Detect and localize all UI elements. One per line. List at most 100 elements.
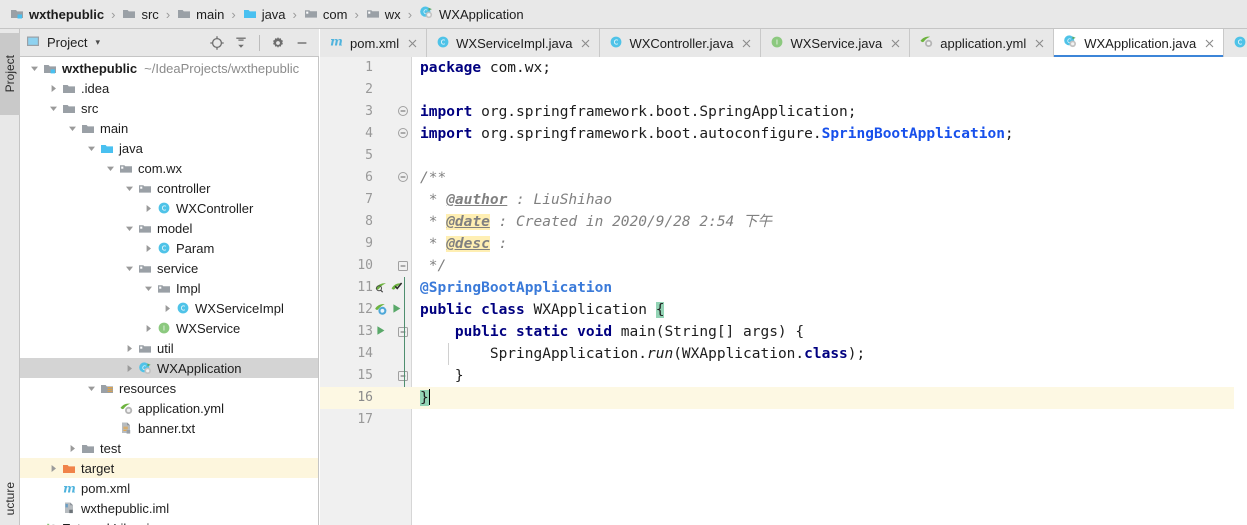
close-icon[interactable] — [1033, 37, 1045, 49]
code-line[interactable]: 12 public class WXApplication { — [320, 299, 1247, 321]
project-tree[interactable]: wxthepublic ~/IdeaProjects/wxthepublic .id… — [20, 58, 318, 525]
editor-tab-wxapplication-java[interactable]: C WXApplication.java — [1054, 29, 1225, 57]
code-line[interactable]: 17 — [320, 409, 1247, 431]
chevron-down-icon[interactable] — [123, 264, 136, 273]
spring-bean-icon[interactable] — [374, 280, 388, 297]
close-icon[interactable] — [889, 37, 901, 49]
close-icon[interactable] — [740, 37, 752, 49]
editor-tab-pom-xml[interactable]: m pom.xml — [320, 29, 428, 57]
gear-icon[interactable] — [267, 32, 289, 54]
breadcrumb-item-src[interactable]: src — [120, 0, 160, 28]
editor-tab-bar[interactable]: m pom.xml C WXServiceImpl.java C WXController… — [320, 29, 1247, 57]
close-icon[interactable] — [1203, 37, 1215, 49]
chevron-down-icon[interactable] — [66, 124, 79, 133]
close-icon[interactable] — [579, 37, 591, 49]
spring-bean-check-icon[interactable] — [390, 280, 404, 297]
code-line[interactable]: 4 import org.springframework.boot.autocon… — [320, 123, 1247, 145]
collapse-all-icon[interactable] — [230, 32, 252, 54]
close-icon[interactable] — [406, 37, 418, 49]
spring-boot-icon[interactable] — [374, 302, 388, 319]
code-line[interactable]: 8 * @date : Created in 2020/9/28 2:54 下午 — [320, 211, 1247, 233]
chevron-down-icon[interactable]: ▾ — [95, 37, 100, 48]
tree-node-param[interactable]: C Param — [20, 238, 318, 258]
tree-node-controller[interactable]: controller — [20, 178, 318, 198]
tree-node-external-libraries[interactable]: External Libraries — [20, 518, 318, 525]
code-editor[interactable]: 1 package com.wx; 2 3 import org.springframe… — [320, 57, 1247, 525]
tree-node-main[interactable]: main — [20, 118, 318, 138]
editor-tab-wxcontroller-java[interactable]: C WXController.java — [600, 29, 762, 57]
breadcrumb-item-com[interactable]: com — [302, 0, 350, 28]
chevron-right-icon[interactable] — [123, 364, 136, 373]
tree-node-pom-xml[interactable]: m pom.xml — [20, 478, 318, 498]
editor-tab-application-yml[interactable]: application.yml — [910, 29, 1055, 57]
tool-window-button-structure[interactable]: ucture — [0, 473, 20, 525]
tree-node-wxapplication[interactable]: C WXApplication — [20, 358, 318, 378]
chevron-right-icon[interactable] — [47, 464, 60, 473]
code-line[interactable]: 9 * @desc : — [320, 233, 1247, 255]
editor-tab-wxserviceimpl-java[interactable]: C WXServiceImpl.java — [427, 29, 601, 57]
chevron-down-icon[interactable] — [104, 164, 117, 173]
tree-node-src[interactable]: src — [20, 98, 318, 118]
code-line[interactable]: 2 — [320, 79, 1247, 101]
breadcrumb-item-java[interactable]: java — [241, 0, 288, 28]
fold-marker[interactable] — [397, 101, 410, 123]
code-line[interactable]: 14 SpringApplication.run(WXApplication.c… — [320, 343, 1247, 365]
chevron-right-icon[interactable] — [142, 244, 155, 253]
fold-marker[interactable] — [397, 255, 410, 277]
chevron-down-icon[interactable] — [123, 224, 136, 233]
chevron-down-icon[interactable] — [47, 104, 60, 113]
crosshair-icon[interactable] — [206, 32, 228, 54]
breadcrumb-item-class[interactable]: C WXApplication — [417, 0, 526, 28]
tree-node-wxcontroller[interactable]: C WXController — [20, 198, 318, 218]
tree-node-wxserviceimpl[interactable]: C WXServiceImpl — [20, 298, 318, 318]
tree-node-wxthepublic-iml[interactable]: wxthepublic.iml — [20, 498, 318, 518]
code-line[interactable]: 6 /** — [320, 167, 1247, 189]
chevron-right-icon[interactable] — [142, 324, 155, 333]
code-line[interactable]: 1 package com.wx; — [320, 57, 1247, 79]
fold-marker[interactable] — [397, 123, 410, 145]
chevron-down-icon[interactable] — [85, 144, 98, 153]
code-line[interactable]: 5 — [320, 145, 1247, 167]
chevron-right-icon[interactable] — [123, 344, 136, 353]
tree-node--idea[interactable]: .idea — [20, 78, 318, 98]
tree-node-target[interactable]: target — [20, 458, 318, 478]
chevron-down-icon[interactable] — [28, 64, 41, 73]
tree-node-resources[interactable]: resources — [20, 378, 318, 398]
breadcrumb-item-module[interactable]: wxthepublic — [8, 0, 106, 28]
chevron-right-icon[interactable] — [142, 204, 155, 213]
run-icon[interactable] — [374, 324, 387, 340]
tree-node-test[interactable]: test — [20, 438, 318, 458]
code-line[interactable]: 11 @SpringBootApplication — [320, 277, 1247, 299]
chevron-right-icon[interactable] — [66, 444, 79, 453]
code-line[interactable]: 16} — [320, 387, 1247, 409]
chevron-right-icon[interactable] — [47, 84, 60, 93]
breadcrumb-item-main[interactable]: main — [175, 0, 226, 28]
chevron-down-icon[interactable] — [85, 384, 98, 393]
code-line[interactable]: 13 public static void main(String[] args… — [320, 321, 1247, 343]
tree-node-model[interactable]: model — [20, 218, 318, 238]
code-line[interactable]: 3 import org.springframework.boot.SpringA… — [320, 101, 1247, 123]
chevron-down-icon[interactable] — [123, 184, 136, 193]
minimize-icon[interactable] — [291, 32, 313, 54]
tree-node-wxthepublic[interactable]: wxthepublic ~/IdeaProjects/wxthepublic — [20, 58, 318, 78]
code-line[interactable]: 10 */ — [320, 255, 1247, 277]
breadcrumb-item-wx[interactable]: wx — [364, 0, 403, 28]
fold-marker[interactable] — [397, 167, 410, 189]
tree-node-wxservice[interactable]: I WXService — [20, 318, 318, 338]
code-line[interactable]: 7 * @author : LiuShihao — [320, 189, 1247, 211]
tree-node-com-wx[interactable]: com.wx — [20, 158, 318, 178]
tree-node-application-yml[interactable]: application.yml — [20, 398, 318, 418]
tree-node-impl[interactable]: Impl — [20, 278, 318, 298]
code-line[interactable]: 15 } — [320, 365, 1247, 387]
tree-node-service[interactable]: service — [20, 258, 318, 278]
tree-node-util[interactable]: util — [20, 338, 318, 358]
tool-window-button-project[interactable]: Project — [0, 33, 20, 115]
chevron-right-icon[interactable] — [161, 304, 174, 313]
tree-node-java[interactable]: java — [20, 138, 318, 158]
run-icon[interactable] — [390, 302, 403, 318]
chevron-down-icon[interactable] — [142, 284, 155, 293]
editor-mark-strip[interactable] — [1234, 57, 1247, 525]
tree-node-banner-txt[interactable]: banner.txt — [20, 418, 318, 438]
editor-tab-wxservice-java[interactable]: I WXService.java — [761, 29, 911, 57]
editor-tab-param-java[interactable]: CParam.java — [1224, 29, 1247, 57]
